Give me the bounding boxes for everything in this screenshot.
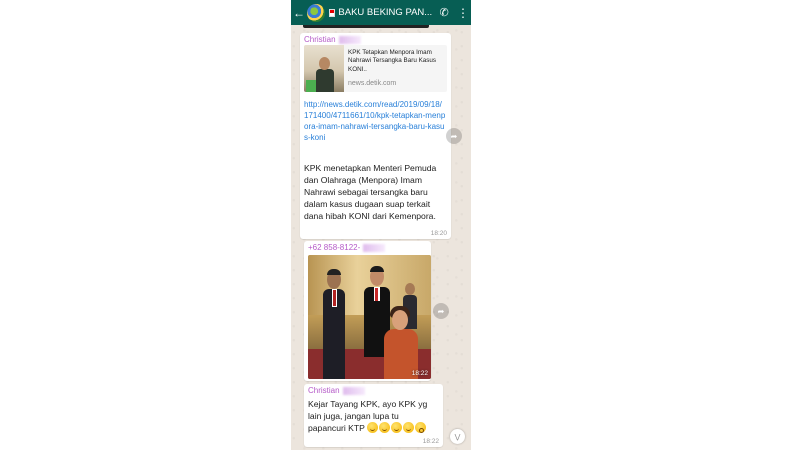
grimacing-face-icon: [403, 422, 415, 433]
phone-add-icon[interactable]: ✆: [436, 0, 452, 25]
message-bubble-2[interactable]: +62 858-8122- 18:22: [304, 241, 431, 381]
more-vert-icon[interactable]: ⋮: [455, 0, 471, 25]
group-avatar[interactable]: [306, 3, 325, 22]
message-link[interactable]: http://news.detik.com/read/2019/09/18/17…: [304, 99, 446, 143]
sender-name: Christian: [308, 386, 365, 395]
grimacing-face-icon: [367, 422, 379, 433]
redacted-number: [342, 386, 365, 395]
back-arrow-icon[interactable]: ←: [292, 0, 306, 25]
link-preview-thumbnail: [304, 45, 344, 92]
message-bubble-3[interactable]: Christian Kejar Tayang KPK, ayo KPK yg l…: [304, 384, 443, 447]
shared-photo[interactable]: 18:22: [308, 255, 431, 379]
scroll-down-chevron-icon[interactable]: ⋁: [450, 429, 465, 444]
chat-window: ← BAKU BEKING PAN... ✆ ⋮ Christian KPK T…: [291, 0, 471, 450]
message-text: KPK menetapkan Menteri Pemuda dan Olahra…: [304, 163, 437, 221]
chat-header: ← BAKU BEKING PAN... ✆ ⋮: [291, 0, 471, 25]
sender-name: +62 858-8122-: [308, 243, 386, 252]
message-time: 18:22: [422, 438, 439, 445]
message-bubble-1[interactable]: Christian KPK Tetapkan Menpora Imam Nahr…: [300, 33, 451, 239]
forward-icon[interactable]: ➦: [446, 128, 462, 144]
group-title: BAKU BEKING PAN...: [338, 7, 433, 18]
message-time: 18:20: [430, 230, 447, 237]
indonesia-flag-icon: [328, 8, 336, 17]
link-preview[interactable]: KPK Tetapkan Menpora Imam Nahrawi Tersan…: [304, 45, 447, 92]
astonished-face-icon: [415, 422, 427, 433]
forward-icon[interactable]: ➦: [433, 303, 449, 319]
grimacing-face-icon: [379, 422, 391, 433]
link-preview-domain: news.detik.com: [348, 80, 397, 87]
redacted-number: [363, 243, 386, 252]
message-text: Kejar Tayang KPK, ayo KPK yg lain juga, …: [308, 399, 428, 433]
link-preview-title: KPK Tetapkan Menpora Imam Nahrawi Tersan…: [348, 49, 437, 73]
redacted-number: [338, 35, 361, 44]
grimacing-face-icon: [391, 422, 403, 433]
message-time: 18:22: [411, 370, 428, 377]
sender-name: Christian: [304, 35, 361, 44]
previous-message-edge: [303, 25, 429, 28]
group-title-area[interactable]: BAKU BEKING PAN...: [328, 7, 433, 18]
